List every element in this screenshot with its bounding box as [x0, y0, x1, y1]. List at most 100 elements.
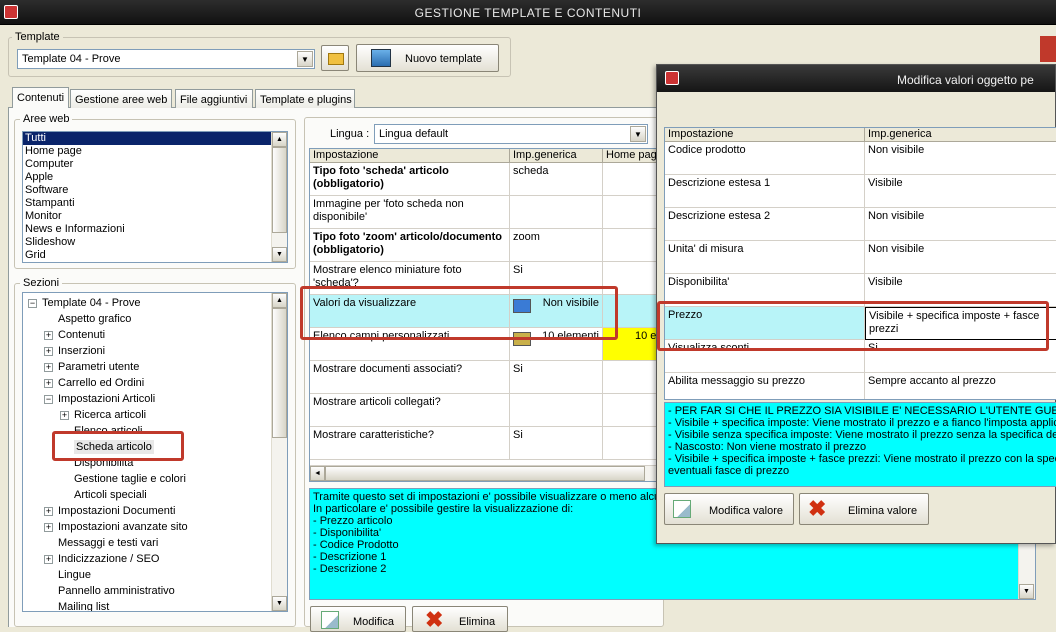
tree-node[interactable]: Articoli speciali: [74, 488, 147, 502]
tree-expander-icon[interactable]: +: [44, 507, 53, 516]
dialog-cell-value[interactable]: Non visibile: [865, 241, 1056, 274]
list-item[interactable]: Slideshow: [23, 236, 287, 249]
grid-header-home-page[interactable]: Home page: [603, 149, 657, 163]
grid-cell-home[interactable]: [603, 163, 657, 196]
dialog-cell-value[interactable]: Non visibile: [865, 208, 1056, 241]
grid-hscrollbar[interactable]: ◄: [310, 465, 657, 481]
tree-node[interactable]: Contenuti: [58, 328, 105, 342]
dialog-cell-value[interactable]: Visibile: [865, 175, 1056, 208]
grid-cell-value[interactable]: scheda: [510, 163, 603, 196]
grid-cell-home[interactable]: [603, 394, 657, 427]
dialog-cell-name[interactable]: Unita' di misura: [665, 241, 865, 274]
tree-node[interactable]: Carrello ed Ordini: [58, 376, 144, 390]
tree-node[interactable]: Parametri utente: [58, 360, 139, 374]
dialog-cell-value[interactable]: Sempre accanto al prezzo: [865, 373, 1056, 399]
dialog-grid[interactable]: Impostazione Imp.generica Codice prodott…: [664, 127, 1056, 400]
dialog-cell-name[interactable]: Descrizione estesa 2: [665, 208, 865, 241]
sezioni-scrollbar[interactable]: ▲ ▼: [271, 293, 287, 611]
chevron-down-icon[interactable]: ▼: [297, 51, 313, 67]
grid-header-impostazione[interactable]: Impostazione: [310, 149, 510, 163]
scroll-thumb[interactable]: [325, 466, 645, 481]
tree-expander-icon[interactable]: +: [44, 347, 53, 356]
grid-cell-name[interactable]: Tipo foto 'zoom' articolo/documento (obb…: [310, 229, 510, 262]
tab-contenuti[interactable]: Contenuti: [12, 87, 69, 109]
tree-node[interactable]: Mailing list: [58, 600, 109, 611]
delete-value-button[interactable]: ✖ Elimina valore: [799, 493, 929, 525]
dialog-header-impostazione[interactable]: Impostazione: [665, 128, 865, 142]
tree-node[interactable]: Pannello amministrativo: [58, 584, 175, 598]
tree-node[interactable]: Inserzioni: [58, 344, 105, 358]
tree-expander-icon[interactable]: +: [44, 363, 53, 372]
scroll-thumb[interactable]: [272, 308, 287, 438]
aree-web-scrollbar[interactable]: ▲ ▼: [271, 132, 287, 262]
list-item[interactable]: Software: [23, 184, 287, 197]
list-item[interactable]: Stampanti: [23, 197, 287, 210]
tree-node[interactable]: Impostazioni Articoli: [58, 392, 155, 406]
tree-node[interactable]: Ricerca articoli: [74, 408, 146, 422]
grid-cell-home[interactable]: [603, 361, 657, 394]
scroll-down-icon[interactable]: ▼: [1019, 584, 1034, 599]
tree-node[interactable]: Template 04 - Prove: [42, 296, 140, 310]
tree-expander-icon[interactable]: +: [44, 523, 53, 532]
template-select[interactable]: Template 04 - Prove ▼: [17, 49, 315, 69]
grid-cell-value[interactable]: [510, 394, 603, 427]
grid-cell-name[interactable]: Mostrare caratteristiche?: [310, 427, 510, 460]
folder-icon: [328, 53, 344, 65]
aree-web-list[interactable]: Tutti Home page Computer Apple Software Stamp…: [22, 131, 288, 263]
tree-expander-icon[interactable]: −: [44, 395, 53, 404]
grid-cell-home[interactable]: [603, 196, 657, 229]
scroll-down-icon[interactable]: ▼: [272, 596, 287, 611]
list-item[interactable]: News e Informazioni: [23, 223, 287, 236]
edit-value-button[interactable]: Modifica valore: [664, 493, 794, 525]
tab-template-e-plugins[interactable]: Template e plugins: [255, 89, 355, 109]
tree-expander-icon[interactable]: +: [44, 379, 53, 388]
list-item[interactable]: Tutti: [23, 132, 287, 145]
tab-file-aggiuntivi[interactable]: File aggiuntivi: [175, 89, 253, 109]
edit-button[interactable]: Modifica: [310, 606, 406, 632]
grid-cell-name[interactable]: Immagine per 'foto scheda non disponibil…: [310, 196, 510, 229]
tree-expander-icon[interactable]: +: [44, 555, 53, 564]
tree-node[interactable]: Aspetto grafico: [58, 312, 131, 326]
list-item[interactable]: Home page: [23, 145, 287, 158]
dialog-cell-name[interactable]: Descrizione estesa 1: [665, 175, 865, 208]
open-folder-button[interactable]: [321, 45, 349, 71]
lingua-select[interactable]: Lingua default ▼: [374, 124, 648, 144]
dialog-header-imp-generica[interactable]: Imp.generica: [865, 128, 1056, 142]
grid-cell-name[interactable]: Tipo foto 'scheda' articolo (obbligatori…: [310, 163, 510, 196]
list-item[interactable]: Computer: [23, 158, 287, 171]
tree-node[interactable]: Messaggi e testi vari: [58, 536, 158, 550]
scroll-thumb[interactable]: [272, 147, 287, 233]
grid-cell-home[interactable]: [603, 427, 657, 460]
list-item[interactable]: Grid: [23, 249, 287, 262]
list-item[interactable]: Apple: [23, 171, 287, 184]
grid-cell-value[interactable]: [510, 196, 603, 229]
tree-node[interactable]: Lingue: [58, 568, 91, 582]
scroll-up-icon[interactable]: ▲: [272, 293, 287, 308]
grid-cell-home[interactable]: [603, 229, 657, 262]
delete-button[interactable]: ✖ Elimina: [412, 606, 508, 632]
list-item[interactable]: Monitor: [23, 210, 287, 223]
chevron-down-icon[interactable]: ▼: [630, 126, 646, 142]
tree-node[interactable]: Gestione taglie e colori: [74, 472, 186, 486]
tree-node[interactable]: Impostazioni Documenti: [58, 504, 175, 518]
dialog-cell-name[interactable]: Abilita messaggio su prezzo: [665, 373, 865, 399]
grid-cell-value[interactable]: zoom: [510, 229, 603, 262]
grid-cell-value[interactable]: Si: [510, 361, 603, 394]
dialog-cell-value[interactable]: Non visibile: [865, 142, 1056, 175]
grid-cell-value[interactable]: Si: [510, 427, 603, 460]
dialog-cell-name[interactable]: Codice prodotto: [665, 142, 865, 175]
close-icon[interactable]: [1040, 36, 1056, 62]
tree-expander-icon[interactable]: +: [60, 411, 69, 420]
grid-cell-name[interactable]: Mostrare documenti associati?: [310, 361, 510, 394]
tree-expander-icon[interactable]: +: [44, 331, 53, 340]
tab-gestione-aree-web[interactable]: Gestione aree web: [70, 89, 172, 109]
scroll-up-icon[interactable]: ▲: [272, 132, 287, 147]
new-template-button[interactable]: Nuovo template: [356, 44, 499, 72]
tree-node[interactable]: Impostazioni avanzate sito: [58, 520, 188, 534]
tree-expander-icon[interactable]: −: [28, 299, 37, 308]
scroll-left-icon[interactable]: ◄: [310, 466, 325, 481]
tree-node[interactable]: Indicizzazione / SEO: [58, 552, 160, 566]
grid-header-imp-generica[interactable]: Imp.generica: [510, 149, 603, 163]
scroll-down-icon[interactable]: ▼: [272, 247, 287, 262]
grid-cell-name[interactable]: Mostrare articoli collegati?: [310, 394, 510, 427]
